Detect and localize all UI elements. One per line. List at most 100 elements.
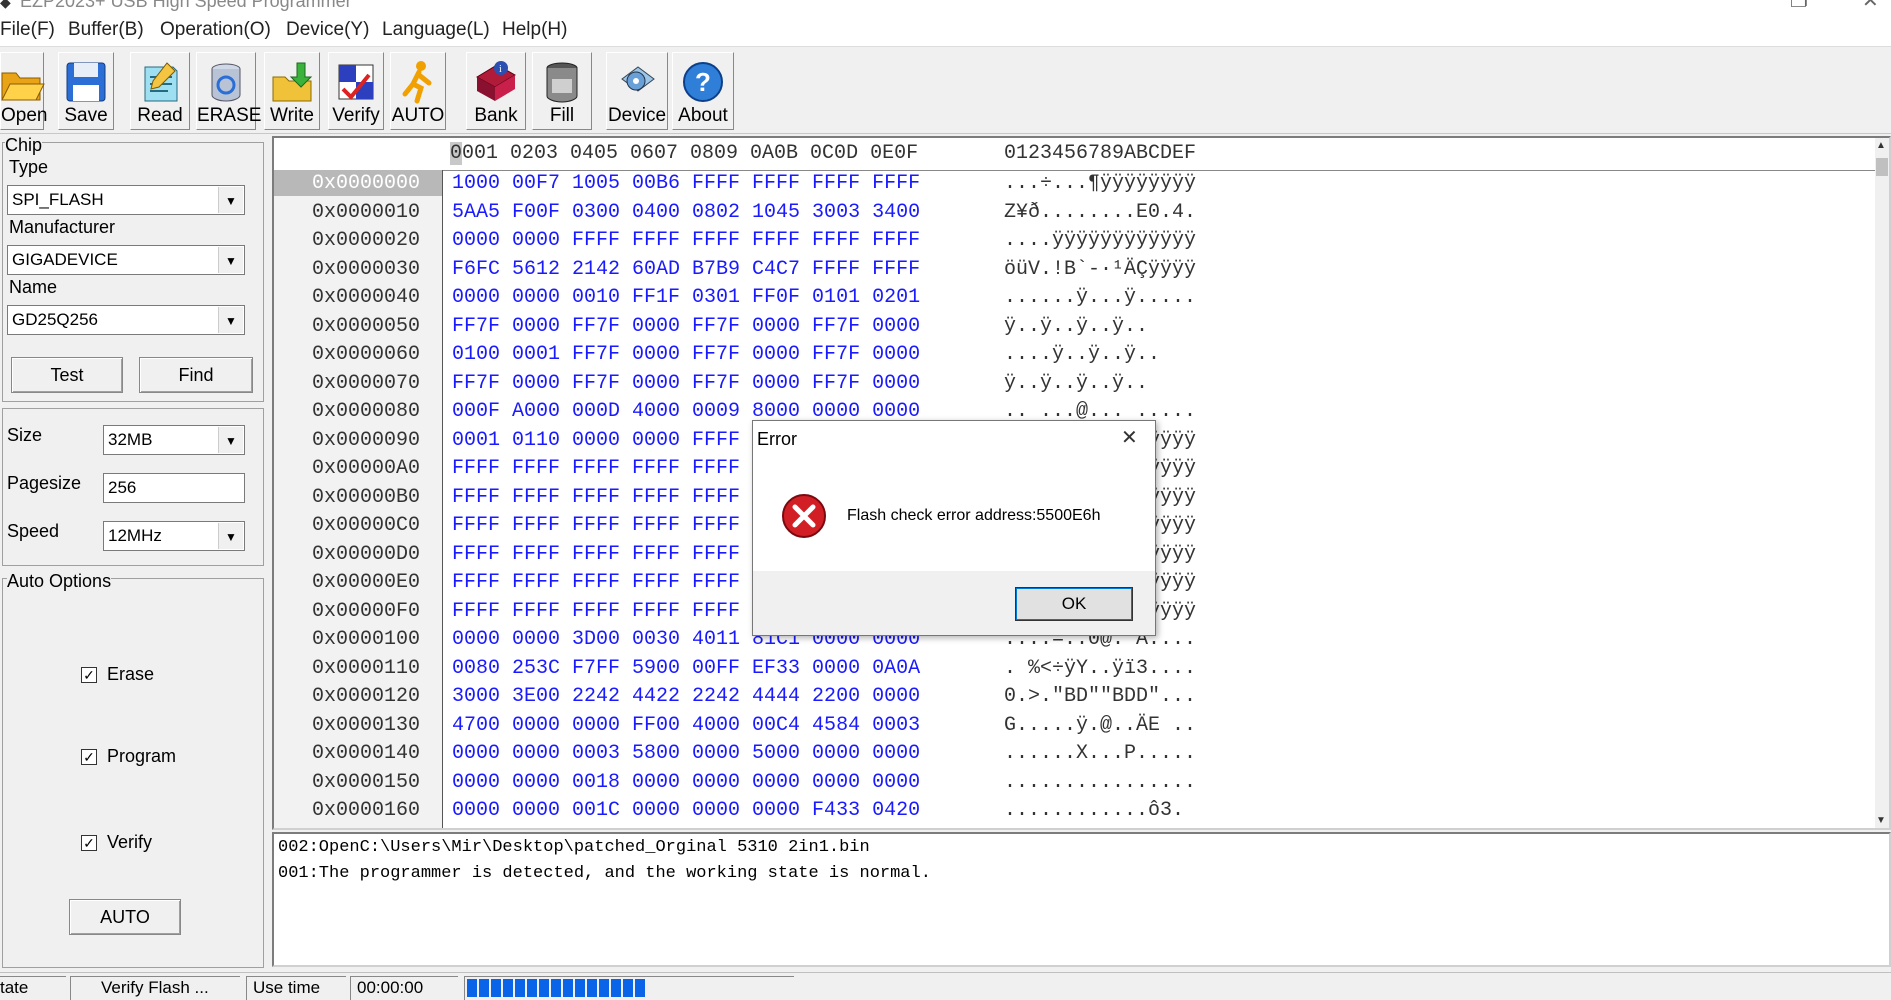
hex-row[interactable]: 0x0000150 0000 0000 0018 0000 0000 0000 0… (274, 769, 1889, 797)
fill-button[interactable]: Fill (532, 52, 592, 130)
write-folder-icon (272, 62, 313, 102)
size-select[interactable]: 32MB ▼ (103, 425, 245, 455)
open-button[interactable]: Open (0, 52, 47, 130)
window-title: EZP2023+ USB High Speed Programmer (20, 0, 352, 11)
hex-ascii: ......ÿ...ÿ..... (1004, 286, 1197, 309)
menu-bar: File(F) Buffer(B) Operation(O) Device(Y)… (0, 14, 1891, 47)
hex-address: 0x0000060 (312, 343, 421, 366)
verify-checkbox[interactable]: ✓ (81, 835, 97, 851)
hex-ascii: . %<÷ÿY..ÿï3.... (1004, 656, 1197, 680)
status-bar: tate Verify Flash ... Use time 00:00:00 (0, 972, 1891, 1000)
scroll-up-icon[interactable]: ▲ (1876, 140, 1886, 151)
about-button[interactable]: ? About (672, 52, 734, 130)
log-panel: 002:OpenC:\Users\Mir\Desktop\patched_Org… (272, 832, 1891, 967)
name-select[interactable]: GD25Q256 ▼ (7, 305, 245, 335)
bank-button[interactable]: i Bank (466, 52, 526, 130)
hex-row[interactable]: 0x0000050 FF7F 0000 FF7F 0000 FF7F 0000 F… (274, 313, 1889, 341)
hex-row[interactable]: 0x0000010 5AA5 F00F 0300 0400 0802 1045 3… (274, 199, 1889, 227)
dialog-message: Flash check error address:5500E6h (847, 507, 1101, 524)
menu-language[interactable]: Language(L) (382, 19, 490, 41)
hex-address: 0x00000D0 (312, 542, 421, 566)
hex-ascii: ÿ..ÿ..ÿ..ÿ.. (1004, 371, 1149, 395)
chevron-down-icon: ▼ (218, 307, 243, 333)
hex-row[interactable]: 0x0000060 0100 0001 FF7F 0000 FF7F 0000 F… (274, 341, 1889, 369)
hex-row[interactable]: 0x0000040 0000 0000 0010 FF1F 0301 FF0F 0… (274, 284, 1889, 312)
hex-address: 0x0000100 (312, 628, 421, 651)
write-button[interactable]: Write (264, 52, 320, 130)
close-icon[interactable]: ✕ (1862, 0, 1879, 13)
read-notepad-icon (144, 62, 178, 102)
pagesize-label: Pagesize (7, 473, 82, 493)
erase-button[interactable]: ERASE (196, 52, 261, 130)
app-icon: ◆ (0, 0, 11, 10)
hex-address: 0x00000B0 (312, 485, 421, 509)
auto-run-button[interactable]: AUTO (69, 899, 181, 935)
hex-row[interactable]: 0x0000000 1000 00F7 1005 00B6 FFFF FFFF F… (274, 170, 1889, 198)
hex-row[interactable]: 0x0000020 0000 0000 FFFF FFFF FFFF FFFF F… (274, 227, 1889, 255)
hex-bytes: 1000 00F7 1005 00B6 FFFF FFFF FFFF FFFF (452, 172, 921, 195)
verify-button[interactable]: Verify (328, 52, 384, 130)
hex-bytes: 0080 253C F7FF 5900 00FF EF33 0000 0A0A (452, 656, 921, 680)
device-button[interactable]: Device (606, 52, 668, 130)
hex-address: 0x0000130 (312, 713, 421, 737)
floppy-save-icon (66, 62, 106, 102)
help-question-icon: ? (683, 62, 723, 102)
find-button[interactable]: Find (139, 357, 253, 393)
progress-bar (464, 976, 794, 1000)
log-line: 002:OpenC:\Users\Mir\Desktop\patched_Org… (278, 838, 870, 857)
chip-group-label: Chip (5, 135, 43, 156)
ok-button[interactable]: OK (1015, 587, 1133, 621)
manufacturer-label: Manufacturer (9, 217, 116, 237)
hex-ascii: 0.>."BD""BDD"... (1004, 685, 1197, 708)
hex-row[interactable]: 0x0000120 3000 3E00 2242 4422 2242 4444 2… (274, 683, 1889, 711)
hex-address: 0x00000E0 (312, 571, 421, 594)
hex-address: 0x0000040 (312, 286, 421, 309)
hex-bytes: 0000 0000 0010 FF1F 0301 FF0F 0101 0201 (452, 286, 921, 309)
program-checkbox[interactable]: ✓ (81, 749, 97, 765)
hex-bytes: 0000 0000 001C 0000 0000 0000 F433 0420 (452, 799, 921, 822)
hex-address: 0x0000120 (312, 685, 421, 708)
hex-row[interactable]: 0x0000110 0080 253C F7FF 5900 00FF EF33 0… (274, 655, 1889, 683)
erase-checkbox[interactable]: ✓ (81, 667, 97, 683)
dialog-close-button[interactable]: ✕ (1121, 425, 1138, 450)
hex-row[interactable]: 0x0000130 4700 0000 0000 FF00 4000 00C4 4… (274, 712, 1889, 740)
scroll-down-icon[interactable]: ▼ (1876, 815, 1886, 826)
type-select[interactable]: SPI_FLASH ▼ (7, 185, 245, 215)
verify-icon (338, 64, 374, 100)
size-label: Size (7, 425, 43, 445)
test-button[interactable]: Test (11, 357, 123, 393)
menu-device[interactable]: Device(Y) (286, 19, 369, 41)
restore-icon[interactable]: ❐ (1790, 0, 1808, 13)
manufacturer-select[interactable]: GIGADEVICE ▼ (7, 245, 245, 275)
hex-address: 0x00000A0 (312, 457, 421, 480)
hex-ascii: Z¥ð........E0.4. (1004, 200, 1197, 224)
hex-row[interactable]: 0x0000160 0000 0000 001C 0000 0000 0000 F… (274, 797, 1889, 825)
erase-option-label: Erase (107, 664, 155, 684)
hex-row[interactable]: 0x0000070 FF7F 0000 FF7F 0000 FF7F 0000 F… (274, 370, 1889, 398)
menu-help[interactable]: Help(H) (502, 19, 567, 41)
chip-group: Chip Type SPI_FLASH ▼ Manufacturer GIGAD… (2, 135, 264, 402)
menu-buffer[interactable]: Buffer(B) (68, 19, 144, 41)
menu-operation[interactable]: Operation(O) (160, 19, 271, 41)
pagesize-input[interactable]: 256 (103, 473, 245, 503)
scroll-thumb[interactable] (1876, 158, 1888, 176)
menu-file[interactable]: File(F) (0, 19, 55, 41)
name-label: Name (9, 277, 58, 297)
hex-row[interactable]: 0x0000140 0000 0000 0003 5800 0000 5000 0… (274, 740, 1889, 768)
speed-select[interactable]: 12MHz ▼ (103, 521, 245, 551)
save-button[interactable]: Save (58, 52, 114, 130)
running-man-icon (402, 61, 432, 104)
hex-address: 0x0000010 (312, 200, 421, 224)
hex-bytes: 5AA5 F00F 0300 0400 0802 1045 3003 3400 (452, 200, 921, 224)
hex-row[interactable]: 0x0000030 F6FC 5612 2142 60AD B7B9 C4C7 F… (274, 256, 1889, 284)
hex-address: 0x0000150 (312, 770, 421, 794)
auto-button[interactable]: AUTO (390, 52, 446, 130)
read-button[interactable]: Read (130, 52, 190, 130)
hex-address: 0x00000C0 (312, 514, 421, 537)
hex-bytes: 4700 0000 0000 FF00 4000 00C4 4584 0003 (452, 713, 921, 737)
folder-open-icon (1, 72, 45, 101)
log-line: 001:The programmer is detected, and the … (278, 864, 931, 883)
bank-book-icon: i (476, 61, 516, 101)
error-icon (782, 494, 826, 538)
vertical-scrollbar[interactable]: ▲ ▼ (1875, 138, 1889, 828)
